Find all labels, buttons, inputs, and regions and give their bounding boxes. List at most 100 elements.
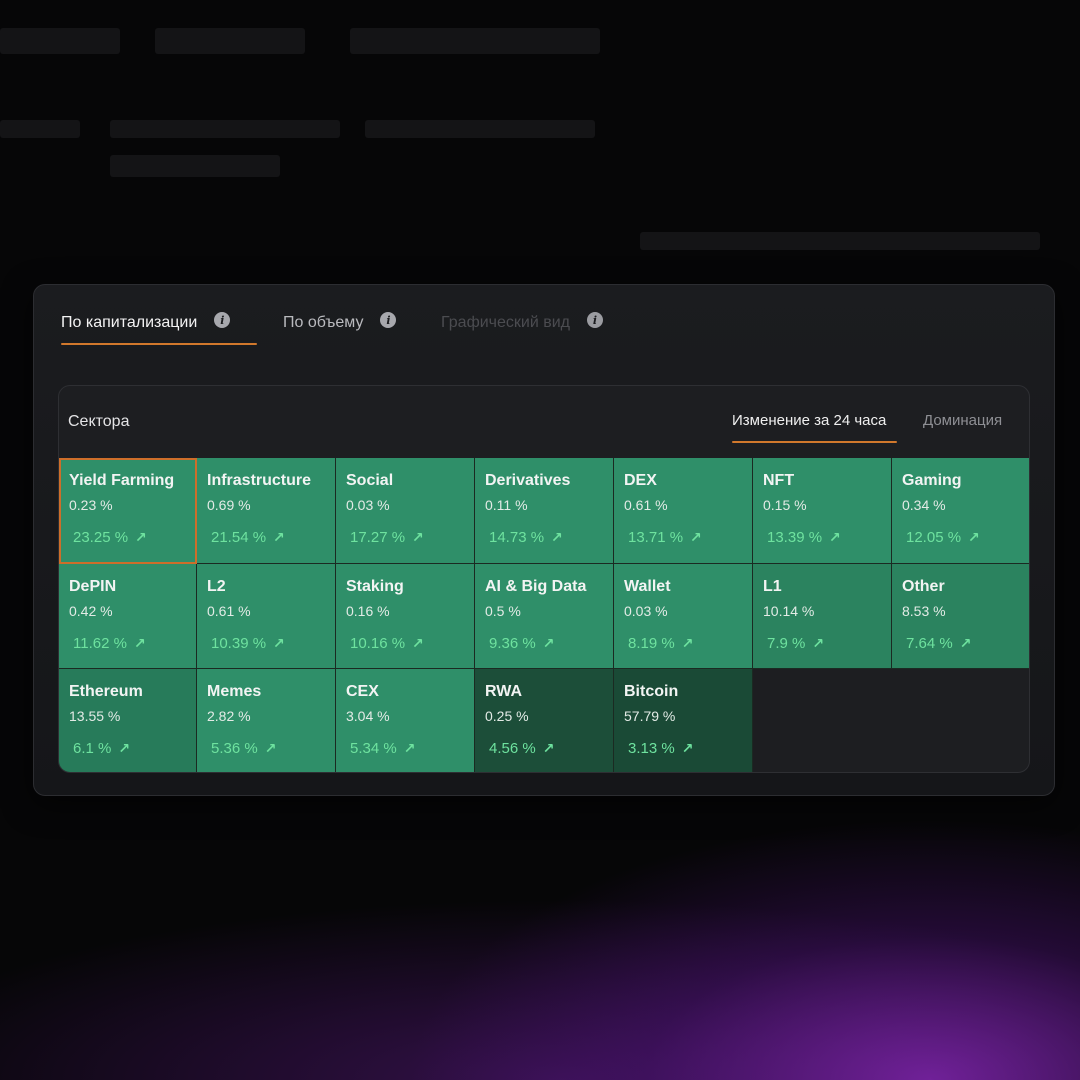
sector-change: 5.36 % ↗ (211, 740, 276, 757)
info-icon[interactable]: i (380, 312, 397, 328)
sector-tile[interactable]: Ethereum 13.55 % 6.1 % ↗ (59, 669, 197, 772)
background-blur-text (365, 120, 595, 138)
background-blur-text (350, 28, 600, 54)
sector-tile[interactable]: CEX 3.04 % 5.34 % ↗ (336, 669, 475, 772)
sector-name: Bitcoin (624, 683, 679, 700)
sector-name: AI & Big Data (485, 578, 587, 595)
sector-change-value: 8.19 % (628, 635, 675, 652)
sector-share: 0.42 % (69, 603, 113, 619)
sector-tile[interactable]: L1 10.14 % 7.9 % ↗ (753, 564, 892, 669)
sector-tile[interactable]: Other 8.53 % 7.64 % ↗ (892, 564, 1029, 669)
info-icon[interactable]: i (214, 312, 231, 328)
sector-share: 57.79 % (624, 708, 676, 724)
arrow-up-right-icon: ↗ (264, 740, 277, 756)
sector-change-value: 21.54 % (211, 529, 267, 546)
sector-share: 0.15 % (763, 497, 807, 513)
sector-change-value: 7.64 % (906, 635, 953, 652)
sector-tile[interactable]: DePIN 0.42 % 11.62 % ↗ (59, 564, 197, 669)
sector-tile[interactable]: RWA 0.25 % 4.56 % ↗ (475, 669, 614, 772)
sector-name: Yield Farming (69, 472, 175, 489)
sector-share: 8.53 % (902, 603, 946, 619)
sector-change-value: 5.36 % (211, 740, 258, 757)
sector-share: 10.14 % (763, 603, 815, 619)
sector-change: 6.1 % ↗ (73, 740, 130, 757)
sectors-panel: Сектора Изменение за 24 часа Доминация Y… (58, 385, 1030, 773)
sector-share: 0.03 % (346, 497, 390, 513)
arrow-up-right-icon: ↗ (412, 529, 424, 545)
sector-change: 13.39 % ↗ (767, 529, 841, 546)
arrow-up-right-icon: ↗ (829, 529, 841, 545)
sector-share: 0.61 % (207, 603, 251, 619)
sector-tile[interactable]: DEX 0.61 % 13.71 % ↗ (614, 458, 753, 564)
info-icon[interactable]: i (587, 312, 603, 328)
tab-graphic-view[interactable]: Графический вид i (441, 312, 603, 343)
sector-change-value: 5.34 % (350, 740, 397, 757)
sector-change-value: 14.73 % (489, 529, 545, 546)
sector-change-value: 23.25 % (73, 529, 129, 546)
sector-share: 0.34 % (902, 497, 946, 513)
sector-name: RWA (485, 683, 523, 700)
sector-change-value: 9.36 % (489, 635, 536, 652)
sector-share: 0.11 % (485, 497, 528, 513)
sector-change: 17.27 % ↗ (350, 529, 424, 546)
subtab-dominance[interactable]: Доминация (923, 412, 1002, 429)
arrow-up-right-icon: ↗ (412, 635, 424, 651)
sector-change: 14.73 % ↗ (489, 529, 563, 546)
sectors-card: По капитализации i По объему i Графическ… (33, 284, 1055, 796)
sector-tile[interactable]: NFT 0.15 % 13.39 % ↗ (753, 458, 892, 564)
sector-change: 10.16 % ↗ (350, 635, 424, 652)
sector-change: 8.19 % ↗ (628, 635, 693, 652)
sector-name: CEX (346, 683, 379, 700)
sector-tile[interactable]: AI & Big Data 0.5 % 9.36 % ↗ (475, 564, 614, 669)
sector-tile[interactable]: Memes 2.82 % 5.36 % ↗ (197, 669, 336, 772)
sector-tile[interactable]: Staking 0.16 % 10.16 % ↗ (336, 564, 475, 669)
sector-tile[interactable]: L2 0.61 % 10.39 % ↗ (197, 564, 336, 669)
sector-tile[interactable]: Social 0.03 % 17.27 % ↗ (336, 458, 475, 564)
sector-name: Other (902, 578, 945, 595)
arrow-up-right-icon: ↗ (118, 740, 131, 756)
arrow-up-right-icon: ↗ (968, 529, 980, 545)
tab-label: По объему (283, 314, 364, 331)
sector-tile[interactable]: Yield Farming 0.23 % 23.25 % ↗ (59, 458, 197, 564)
sector-change-value: 4.56 % (489, 740, 536, 757)
sector-change: 7.64 % ↗ (906, 635, 971, 652)
sector-tile[interactable]: Infrastructure 0.69 % 21.54 % ↗ (197, 458, 336, 564)
tab-label: По капитализации (61, 314, 198, 331)
sector-share: 0.23 % (69, 497, 113, 513)
sector-change: 10.39 % ↗ (211, 635, 285, 652)
sector-change: 9.36 % ↗ (489, 635, 554, 652)
sector-share: 0.5 % (485, 603, 521, 619)
arrow-up-right-icon: ↗ (403, 740, 416, 756)
sector-tile[interactable]: Derivatives 0.11 % 14.73 % ↗ (475, 458, 614, 564)
arrow-up-right-icon: ↗ (690, 529, 702, 545)
sector-share: 0.16 % (346, 603, 390, 619)
sector-tile[interactable]: Bitcoin 57.79 % 3.13 % ↗ (614, 669, 753, 772)
arrow-up-right-icon: ↗ (542, 740, 555, 756)
sector-change-value: 13.71 % (628, 529, 684, 546)
sector-share: 0.69 % (207, 497, 251, 513)
tab-by-capitalization[interactable]: По капитализации i (61, 312, 258, 345)
sector-tile[interactable]: Gaming 0.34 % 12.05 % ↗ (892, 458, 1029, 564)
sector-name: Social (346, 472, 394, 489)
sector-name: Memes (207, 683, 262, 700)
sector-tile[interactable]: Wallet 0.03 % 8.19 % ↗ (614, 564, 753, 669)
arrow-up-right-icon: ↗ (959, 635, 972, 651)
view-tabs: По капитализации i По объему i Графическ… (34, 285, 1054, 355)
arrow-up-right-icon: ↗ (542, 635, 555, 651)
sector-heatmap: Yield Farming 0.23 % 23.25 % ↗ Infrastructur… (59, 458, 1029, 772)
sector-change: 4.56 % ↗ (489, 740, 554, 757)
sector-name: Gaming (902, 472, 962, 489)
sector-change: 5.34 % ↗ (350, 740, 415, 757)
arrow-up-right-icon: ↗ (273, 529, 285, 545)
sector-share: 0.25 % (485, 708, 529, 724)
sector-name: DePIN (69, 578, 117, 595)
sector-share: 3.04 % (346, 708, 390, 724)
sector-name: DEX (624, 472, 657, 489)
sector-change: 13.71 % ↗ (628, 529, 702, 546)
sector-name: Staking (346, 578, 404, 595)
tab-by-volume[interactable]: По объему i (283, 312, 397, 343)
sector-change-value: 10.39 % (211, 635, 267, 652)
sector-name: NFT (763, 472, 795, 489)
subtab-change-24h[interactable]: Изменение за 24 часа (732, 412, 898, 443)
sector-name: Ethereum (69, 683, 143, 700)
